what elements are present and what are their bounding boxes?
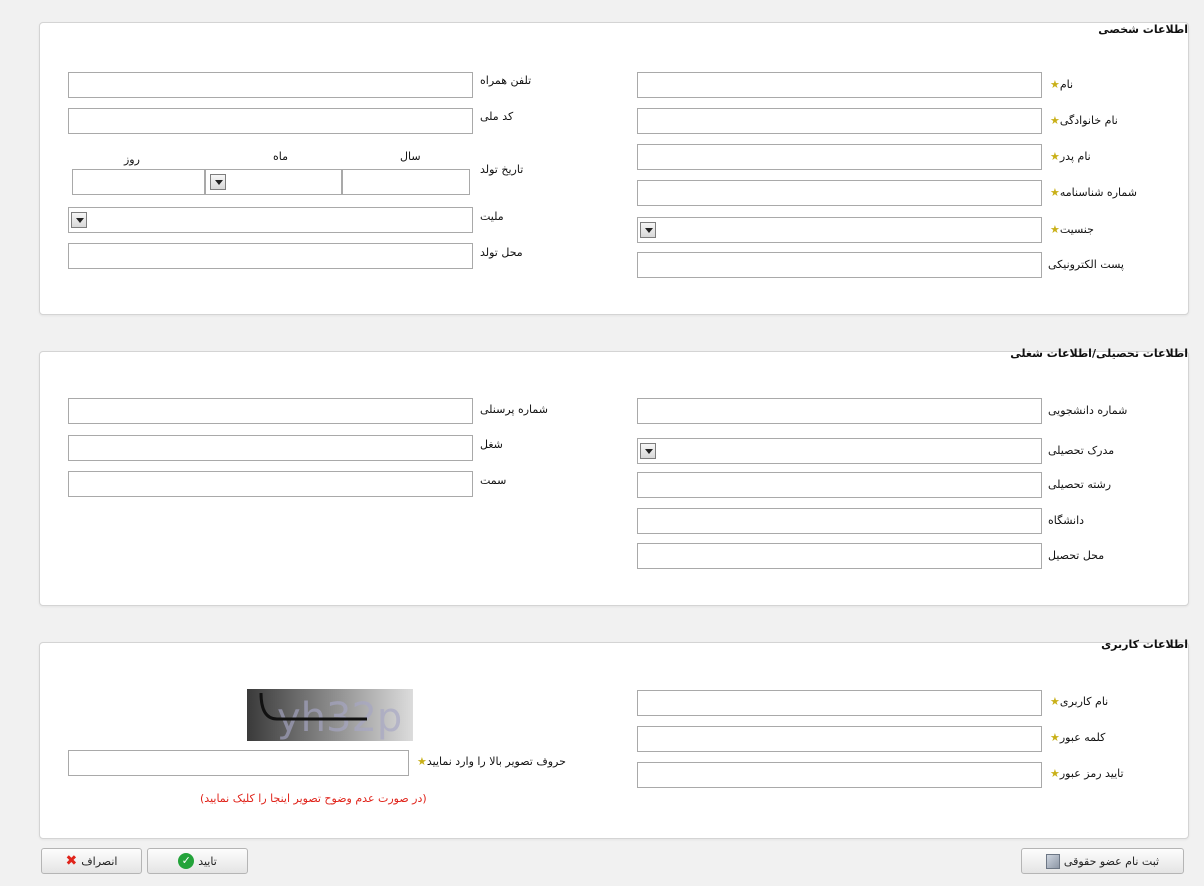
captcha-input[interactable] (68, 750, 409, 776)
required-star-icon: ★ (1050, 114, 1060, 127)
required-star-icon: ★ (417, 755, 427, 768)
password-label: ★کلمه عبور (1050, 731, 1106, 744)
day-header: روز (124, 153, 140, 166)
check-icon: ✓ (178, 853, 195, 869)
id-number-label: ★شماره شناسنامه (1050, 186, 1137, 199)
chevron-down-icon[interactable] (210, 174, 226, 190)
mobile-label: تلفن همراه (480, 74, 532, 87)
id-number-input[interactable] (637, 180, 1042, 206)
month-header: ماه (273, 150, 289, 163)
document-icon (1045, 853, 1060, 869)
chevron-down-icon[interactable] (640, 222, 656, 238)
username-label: ★نام کاربری (1050, 695, 1109, 708)
required-star-icon: ★ (1050, 186, 1060, 199)
email-label: پست الکترونیکی (1048, 258, 1124, 271)
chevron-down-icon[interactable] (71, 212, 87, 228)
required-star-icon: ★ (1050, 223, 1060, 236)
account-info-title: اطلاعات کاربری (1101, 638, 1188, 651)
personnel-number-label: شماره پرسنلی (480, 403, 548, 416)
legal-register-button[interactable]: ثبت نام عضو حقوقی (1021, 848, 1184, 874)
national-code-label: کد ملی (480, 110, 514, 123)
university-label: دانشگاه (1048, 514, 1085, 527)
confirm-password-input[interactable] (637, 762, 1042, 788)
nationality-label: ملیت (480, 210, 504, 223)
job-input[interactable] (68, 435, 473, 461)
university-input[interactable] (637, 508, 1042, 534)
captcha-refresh-link[interactable]: (در صورت عدم وضوح تصویر اینجا را کلیک نم… (200, 792, 427, 805)
first-name-input[interactable] (637, 72, 1042, 98)
confirm-button[interactable]: ✓ تایید (147, 848, 248, 874)
personal-info-title: اطلاعات شخصی (1098, 23, 1188, 36)
required-star-icon: ★ (1050, 731, 1060, 744)
last-name-label: ★نام خانوادگی (1050, 114, 1118, 127)
job-label: شغل (480, 438, 503, 451)
gender-select[interactable] (637, 217, 1042, 243)
required-star-icon: ★ (1050, 78, 1060, 91)
first-name-label: ★نام (1050, 78, 1074, 91)
education-info-title: اطلاعات تحصیلی/اطلاعات شغلی (1010, 347, 1188, 360)
father-name-input[interactable] (637, 144, 1042, 170)
field-of-study-input[interactable] (637, 472, 1042, 498)
cancel-button[interactable]: ✖ انصراف (41, 848, 142, 874)
captcha-label: ★حروف تصویر بالا را وارد نمایید (417, 755, 566, 768)
email-input[interactable] (637, 252, 1042, 278)
last-name-input[interactable] (637, 108, 1042, 134)
degree-label: مدرک تحصیلی (1048, 444, 1115, 457)
required-star-icon: ★ (1050, 767, 1060, 780)
father-name-label: ★نام پدر (1050, 150, 1091, 163)
degree-select[interactable] (637, 438, 1042, 464)
position-input[interactable] (68, 471, 473, 497)
student-number-label: شماره دانشجویی (1048, 404, 1128, 417)
study-place-label: محل تحصیل (1048, 549, 1105, 562)
chevron-down-icon[interactable] (640, 443, 656, 459)
position-label: سمت (480, 474, 507, 487)
student-number-input[interactable] (637, 398, 1042, 424)
mobile-input[interactable] (68, 72, 473, 98)
national-code-input[interactable] (68, 108, 473, 134)
gender-label: ★جنسیت (1050, 223, 1094, 236)
birth-date-label: تاریخ تولد (480, 163, 524, 176)
personnel-number-input[interactable] (68, 398, 473, 424)
username-input[interactable] (637, 690, 1042, 716)
captcha-image[interactable]: yh32p (247, 689, 413, 741)
confirm-password-label: ★تایید رمز عبور (1050, 767, 1124, 780)
close-icon: ✖ (65, 853, 78, 869)
birth-day-input[interactable] (72, 169, 205, 195)
required-star-icon: ★ (1050, 150, 1060, 163)
birth-place-label: محل تولد (480, 246, 523, 259)
confirm-button-label: تایید (198, 854, 217, 868)
year-header: سال (400, 150, 421, 163)
birth-place-input[interactable] (68, 243, 473, 269)
birth-year-input[interactable] (342, 169, 470, 195)
legal-register-button-label: ثبت نام عضو حقوقی (1063, 854, 1160, 868)
password-input[interactable] (637, 726, 1042, 752)
nationality-select[interactable] (68, 207, 473, 233)
field-of-study-label: رشته تحصیلی (1048, 478, 1112, 491)
birth-month-select[interactable] (205, 169, 342, 195)
required-star-icon: ★ (1050, 695, 1060, 708)
cancel-button-label: انصراف (81, 854, 118, 868)
study-place-input[interactable] (637, 543, 1042, 569)
